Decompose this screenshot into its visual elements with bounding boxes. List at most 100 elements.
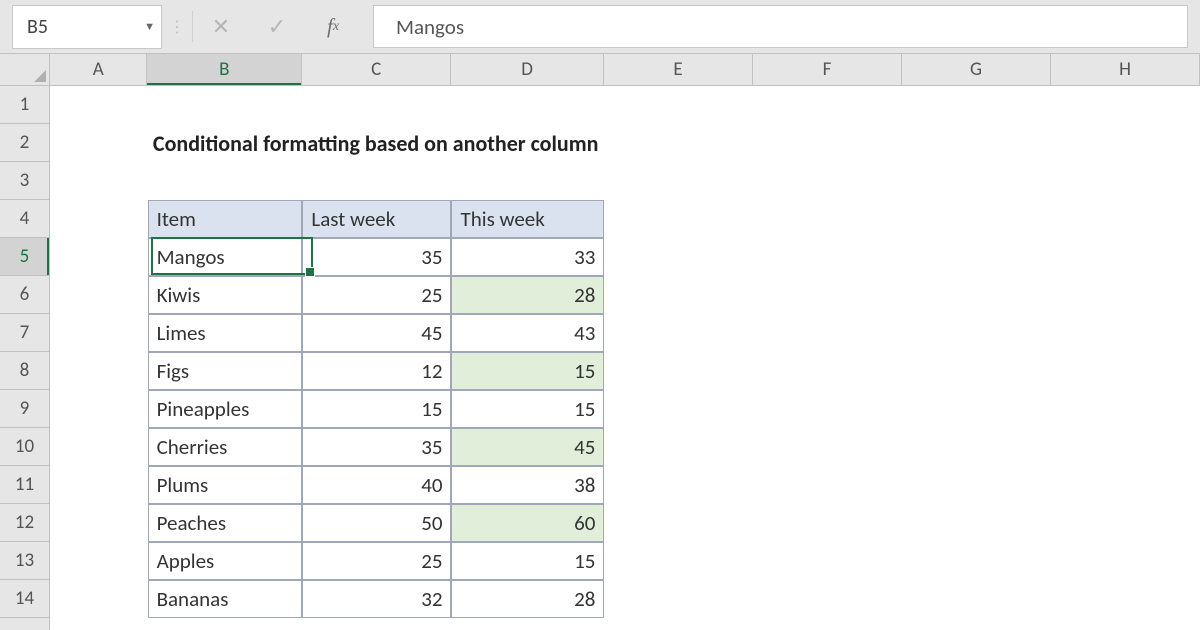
name-box-dropdown-icon[interactable]: ▼ bbox=[144, 20, 155, 33]
cell[interactable] bbox=[753, 314, 902, 352]
formula-input[interactable]: Mangos bbox=[373, 5, 1188, 48]
cell[interactable] bbox=[302, 162, 451, 200]
table-cell-item[interactable]: Kiwis bbox=[148, 276, 303, 314]
page-title[interactable]: Conditional formatting based on another … bbox=[147, 124, 309, 162]
table-cell-last-week[interactable]: 15 bbox=[302, 390, 451, 428]
column-header-E[interactable]: E bbox=[604, 54, 753, 85]
cell[interactable] bbox=[902, 162, 1051, 200]
cell[interactable] bbox=[902, 466, 1051, 504]
row-header-5[interactable]: 5 bbox=[0, 238, 49, 276]
select-all-corner[interactable] bbox=[0, 54, 50, 86]
table-cell-item[interactable]: Plums bbox=[148, 466, 303, 504]
cell[interactable] bbox=[50, 428, 148, 466]
table-cell-item[interactable]: Mangos bbox=[148, 238, 303, 276]
table-header-this-week[interactable]: This week bbox=[451, 200, 604, 238]
cell[interactable] bbox=[902, 428, 1051, 466]
column-header-C[interactable]: C bbox=[302, 54, 451, 85]
table-cell-this-week[interactable]: 28 bbox=[451, 276, 604, 314]
row-header-1[interactable]: 1 bbox=[0, 86, 49, 124]
cell[interactable] bbox=[50, 162, 148, 200]
cell[interactable] bbox=[608, 124, 756, 162]
cell[interactable] bbox=[753, 580, 902, 618]
row-header-2[interactable]: 2 bbox=[0, 124, 49, 162]
table-cell-last-week[interactable]: 35 bbox=[302, 428, 451, 466]
table-cell-this-week[interactable]: 38 bbox=[451, 466, 604, 504]
cell[interactable] bbox=[148, 86, 303, 124]
cell[interactable] bbox=[604, 542, 753, 580]
cell[interactable] bbox=[451, 162, 604, 200]
table-cell-item[interactable]: Apples bbox=[148, 542, 303, 580]
cell[interactable] bbox=[50, 124, 147, 162]
column-header-H[interactable]: H bbox=[1051, 54, 1200, 85]
cell[interactable] bbox=[50, 580, 148, 618]
row-header-7[interactable]: 7 bbox=[0, 314, 49, 352]
table-cell-item[interactable]: Cherries bbox=[148, 428, 303, 466]
cell[interactable] bbox=[902, 352, 1051, 390]
cell[interactable] bbox=[604, 352, 753, 390]
cell[interactable] bbox=[604, 390, 753, 428]
cell[interactable] bbox=[50, 504, 148, 542]
table-cell-last-week[interactable]: 50 bbox=[302, 504, 451, 542]
cell[interactable] bbox=[902, 390, 1051, 428]
row-header-6[interactable]: 6 bbox=[0, 276, 49, 314]
cell[interactable] bbox=[604, 428, 753, 466]
cell[interactable] bbox=[753, 428, 902, 466]
cell[interactable] bbox=[50, 238, 148, 276]
cell[interactable] bbox=[604, 200, 753, 238]
table-cell-this-week[interactable]: 33 bbox=[451, 238, 604, 276]
table-cell-last-week[interactable]: 25 bbox=[302, 542, 451, 580]
cell[interactable] bbox=[902, 86, 1051, 124]
cell[interactable] bbox=[604, 504, 753, 542]
column-header-G[interactable]: G bbox=[902, 54, 1051, 85]
cell[interactable] bbox=[902, 542, 1051, 580]
column-header-D[interactable]: D bbox=[451, 54, 604, 85]
cell[interactable] bbox=[902, 504, 1051, 542]
cell[interactable] bbox=[902, 580, 1051, 618]
table-cell-this-week[interactable]: 15 bbox=[451, 390, 604, 428]
row-header-10[interactable]: 10 bbox=[0, 428, 49, 466]
row-header-13[interactable]: 13 bbox=[0, 542, 49, 580]
row-header-12[interactable]: 12 bbox=[0, 504, 49, 542]
table-cell-last-week[interactable]: 25 bbox=[302, 276, 451, 314]
column-header-F[interactable]: F bbox=[753, 54, 902, 85]
row-header-4[interactable]: 4 bbox=[0, 200, 49, 238]
cell[interactable] bbox=[753, 466, 902, 504]
cell[interactable] bbox=[1051, 352, 1200, 390]
cell[interactable] bbox=[1051, 428, 1200, 466]
cell[interactable] bbox=[451, 86, 604, 124]
cell[interactable] bbox=[753, 200, 902, 238]
cell[interactable] bbox=[302, 86, 451, 124]
cell[interactable] bbox=[1052, 124, 1200, 162]
cell[interactable] bbox=[604, 466, 753, 504]
table-cell-this-week[interactable]: 43 bbox=[451, 314, 604, 352]
cell[interactable] bbox=[148, 162, 303, 200]
name-box[interactable]: B5 ▼ bbox=[12, 5, 162, 49]
cell[interactable] bbox=[902, 276, 1051, 314]
spreadsheet-grid[interactable]: ABCDEFGH 1234567891011121314 Conditional… bbox=[0, 54, 1200, 630]
column-header-A[interactable]: A bbox=[50, 54, 147, 85]
cell[interactable] bbox=[50, 352, 148, 390]
row-header-3[interactable]: 3 bbox=[0, 162, 49, 200]
cells-area[interactable]: Conditional formatting based on another … bbox=[50, 86, 1200, 630]
cell[interactable] bbox=[753, 86, 902, 124]
table-header-item[interactable]: Item bbox=[148, 200, 303, 238]
cell[interactable] bbox=[50, 200, 148, 238]
cell[interactable] bbox=[753, 238, 902, 276]
cell[interactable] bbox=[753, 542, 902, 580]
cell[interactable] bbox=[1051, 314, 1200, 352]
table-cell-item[interactable]: Figs bbox=[148, 352, 303, 390]
table-cell-this-week[interactable]: 60 bbox=[451, 504, 604, 542]
cell[interactable] bbox=[50, 86, 148, 124]
table-cell-item[interactable]: Limes bbox=[148, 314, 303, 352]
cell[interactable] bbox=[604, 276, 753, 314]
table-cell-this-week[interactable]: 15 bbox=[451, 352, 604, 390]
cell[interactable] bbox=[604, 86, 753, 124]
cell[interactable] bbox=[1051, 580, 1200, 618]
table-cell-item[interactable]: Pineapples bbox=[148, 390, 303, 428]
table-cell-last-week[interactable]: 35 bbox=[302, 238, 451, 276]
row-header-14[interactable]: 14 bbox=[0, 580, 49, 618]
table-cell-item[interactable]: Bananas bbox=[148, 580, 303, 618]
cell[interactable] bbox=[753, 162, 902, 200]
fx-icon[interactable]: fx bbox=[305, 5, 361, 48]
row-header-9[interactable]: 9 bbox=[0, 390, 49, 428]
